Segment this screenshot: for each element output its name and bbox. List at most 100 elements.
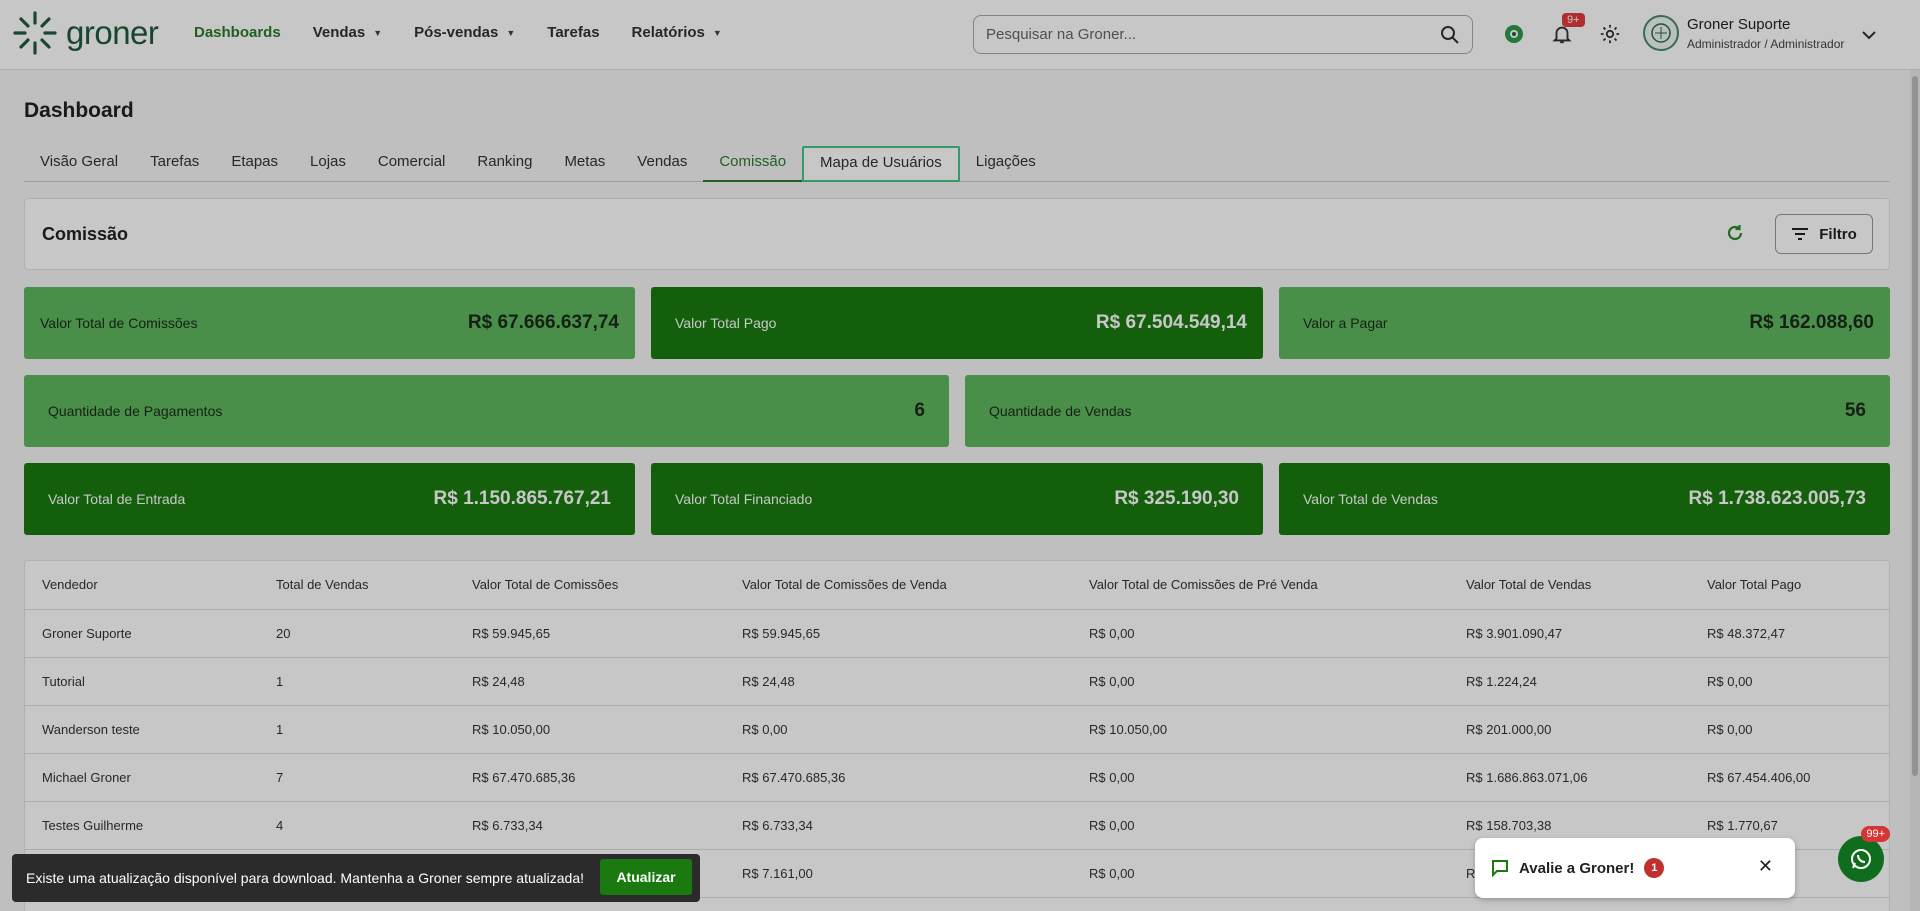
cell: R$ 1.686.863.071,06 [1449, 753, 1690, 802]
search-icon[interactable] [1440, 25, 1460, 50]
card-label: Valor Total Pago [675, 315, 777, 331]
close-icon[interactable]: ✕ [1758, 856, 1773, 877]
notifications-bell-icon[interactable]: 9+ [1548, 13, 1585, 48]
card-value: R$ 1.150.865.767,21 [433, 488, 612, 509]
groner-logo-icon [13, 11, 57, 55]
page-title: Dashboard [24, 99, 134, 122]
cell: R$ 0,00 [1072, 657, 1449, 706]
cell: R$ 59.945,65 [725, 609, 1072, 658]
rate-groner-widget[interactable]: Avalie a Groner! 1 ✕ [1475, 838, 1795, 898]
cell: R$ 0,00 [1072, 753, 1449, 802]
settings-gear-icon[interactable] [1596, 20, 1624, 48]
tab-comissao[interactable]: Comissão [703, 146, 803, 182]
page-scrollbar[interactable] [1910, 70, 1920, 911]
cell: R$ 10.050,00 [1072, 705, 1449, 754]
eye-status-icon[interactable] [1500, 20, 1528, 48]
card-value: R$ 162.088,60 [1749, 312, 1874, 333]
tab-etapas[interactable]: Etapas [215, 146, 294, 182]
caret-down-icon: ▼ [712, 27, 722, 38]
refresh-icon[interactable] [1725, 223, 1745, 248]
col-valor-total-vendas[interactable]: Valor Total de Vendas [1449, 561, 1690, 610]
card-value: 6 [914, 400, 925, 421]
search-input[interactable] [974, 16, 1414, 53]
tab-ranking[interactable]: Ranking [461, 146, 548, 182]
cell: 4 [259, 801, 455, 850]
table-row[interactable]: Groner Suporte 20 R$ 59.945,65 R$ 59.945… [25, 609, 1889, 658]
cell: R$ 59.945,65 [455, 609, 725, 658]
dashboard-tabs: Visão Geral Tarefas Etapas Lojas Comerci… [24, 146, 1890, 182]
card-label: Valor a Pagar [1303, 315, 1388, 331]
nav-vendas[interactable]: Vendas ▼ [313, 24, 382, 41]
search-box [973, 15, 1473, 54]
nav-label: Pós-vendas [414, 24, 499, 41]
tab-tarefas[interactable]: Tarefas [134, 146, 215, 182]
table-row[interactable]: Michael Groner 7 R$ 67.470.685,36 R$ 67.… [25, 753, 1889, 802]
whatsapp-badge: 99+ [1861, 826, 1890, 842]
table-row[interactable]: Wanderson teste 1 R$ 10.050,00 R$ 0,00 R… [25, 705, 1889, 754]
nav-dashboards[interactable]: Dashboards [194, 24, 281, 41]
cell: Michael Groner [25, 753, 259, 802]
nav-tarefas[interactable]: Tarefas [547, 24, 599, 41]
table-row[interactable]: Tutorial 1 R$ 24,48 R$ 24,48 R$ 0,00 R$ … [25, 657, 1889, 706]
nav-label: Dashboards [194, 24, 281, 41]
col-comissoes-venda[interactable]: Valor Total de Comissões de Venda [725, 561, 1072, 610]
user-menu[interactable]: Groner Suporte Administrador / Administr… [1643, 15, 1844, 51]
tab-visao-geral[interactable]: Visão Geral [24, 146, 134, 182]
col-valor-total-pago[interactable]: Valor Total Pago [1690, 561, 1889, 610]
caret-down-icon: ▼ [373, 27, 383, 38]
card-value: R$ 67.504.549,14 [1095, 312, 1247, 333]
update-toast: Existe uma atualização disponível para d… [12, 854, 700, 902]
whatsapp-button[interactable]: 99+ [1838, 826, 1890, 882]
col-vendedor[interactable]: Vendedor [25, 561, 259, 610]
nav-label: Tarefas [547, 24, 600, 41]
cell: R$ 0,00 [1690, 657, 1889, 706]
cell: R$ 0,00 [1072, 801, 1449, 850]
card-total-comissoes: Valor Total de Comissões R$ 67.666.637,7… [24, 287, 635, 359]
col-comissoes-pre-venda[interactable]: Valor Total de Comissões de Pré Venda [1072, 561, 1449, 610]
cell: R$ 6.733,34 [455, 801, 725, 850]
card-label: Quantidade de Pagamentos [48, 403, 223, 419]
scrollbar-thumb[interactable] [1912, 76, 1918, 776]
cell: Groner Suporte [25, 609, 259, 658]
card-label: Valor Total Financiado [675, 491, 813, 507]
filter-label: Filtro [1819, 225, 1857, 243]
cell: R$ 67.470.685,36 [725, 753, 1072, 802]
col-total-vendas[interactable]: Total de Vendas [259, 561, 455, 610]
rate-count-badge: 1 [1644, 858, 1665, 878]
col-valor-total-comissoes[interactable]: Valor Total de Comissões [455, 561, 725, 610]
cell: R$ 0,00 [725, 705, 1072, 754]
card-label: Valor Total de Entrada [48, 491, 186, 507]
tab-metas[interactable]: Metas [548, 146, 621, 182]
card-value: R$ 325.190,30 [1114, 488, 1239, 509]
avatar [1643, 15, 1679, 51]
chevron-down-icon[interactable] [1862, 27, 1876, 45]
main-nav: Dashboards Vendas ▼ Pós-vendas ▼ Tarefas R… [194, 24, 754, 41]
card-total-financiado: Valor Total Financiado R$ 325.190,30 [651, 463, 1263, 535]
nav-pos-vendas[interactable]: Pós-vendas ▼ [414, 24, 515, 41]
tab-comercial[interactable]: Comercial [362, 146, 462, 182]
cell: R$ 0,00 [1072, 609, 1449, 658]
cell: R$ 10.050,00 [455, 705, 725, 754]
nav-label: Relatórios [631, 24, 705, 41]
cell: Wanderson teste [25, 705, 259, 754]
cell: R$ 0,00 [1072, 849, 1449, 898]
filter-icon [1792, 228, 1809, 240]
cell: R$ 3.901.090,47 [1449, 609, 1690, 658]
card-label: Valor Total de Comissões [40, 315, 198, 331]
card-quantidade-vendas: Quantidade de Vendas 56 [965, 375, 1890, 447]
table-header-row: Vendedor Total de Vendas Valor Total de … [25, 561, 1889, 610]
user-name: Groner Suporte [1687, 15, 1791, 33]
section-header: Comissão Filtro [24, 198, 1890, 270]
tab-lojas[interactable]: Lojas [294, 146, 362, 182]
update-button[interactable]: Atualizar [600, 859, 692, 895]
filter-button[interactable]: Filtro [1775, 214, 1873, 254]
caret-down-icon: ▼ [506, 27, 516, 38]
tab-ligacoes[interactable]: Ligações [960, 146, 1052, 182]
groner-logo[interactable]: groner [12, 10, 159, 56]
card-total-vendas: Valor Total de Vendas R$ 1.738.623.005,7… [1279, 463, 1890, 535]
cell: R$ 48.372,47 [1690, 609, 1889, 658]
tab-mapa-de-usuarios[interactable]: Mapa de Usuários [802, 146, 960, 182]
tab-vendas[interactable]: Vendas [621, 146, 703, 182]
nav-relatorios[interactable]: Relatórios ▼ [632, 24, 722, 41]
card-quantidade-pagamentos: Quantidade de Pagamentos 6 [24, 375, 949, 447]
